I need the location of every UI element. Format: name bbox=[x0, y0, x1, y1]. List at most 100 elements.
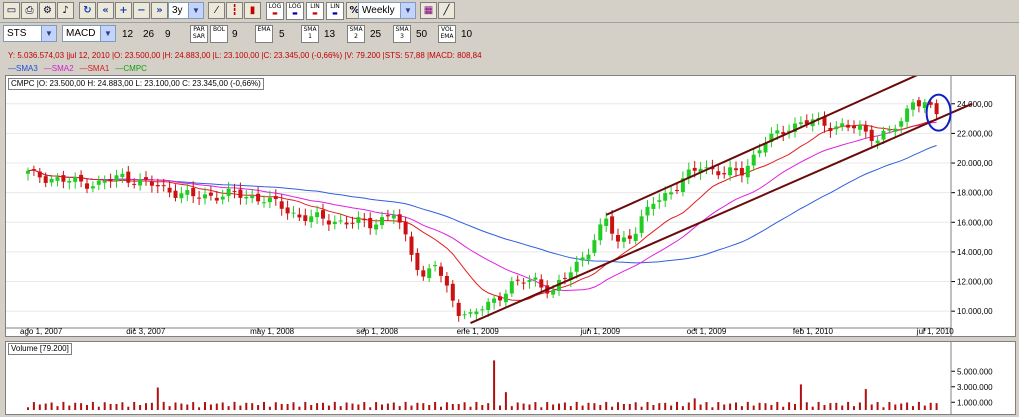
volume-bar bbox=[434, 401, 437, 410]
volume-y-tick-label: 5.000.000 bbox=[957, 367, 993, 376]
period-select[interactable]: 3y ▼ bbox=[168, 2, 204, 19]
sma2-button[interactable]: SMA 2 bbox=[347, 25, 365, 43]
x-tick-label: ene 1, 2009 bbox=[457, 327, 500, 336]
volume-bar bbox=[646, 401, 649, 410]
chevron-down-icon: ▼ bbox=[100, 26, 115, 41]
ema-button[interactable]: EMA bbox=[255, 25, 273, 43]
sound-icon[interactable]: ♪ bbox=[57, 2, 74, 19]
candle-body bbox=[391, 215, 396, 219]
volume-bar bbox=[381, 404, 383, 410]
sma3-button[interactable]: SMA 3 bbox=[393, 25, 411, 43]
price-chart-panel[interactable]: 10.000,00 12.000,00 14.000,00 16.000,00 18.0… bbox=[5, 49, 1016, 337]
volume-bar bbox=[345, 402, 348, 410]
symbol-select[interactable]: STS ▼ bbox=[3, 25, 57, 42]
frequency-select[interactable]: Weekly ▼ bbox=[358, 2, 416, 19]
ohlc-chart-icon[interactable]: ┇ bbox=[226, 2, 243, 19]
print-icon[interactable]: ⎙ bbox=[21, 2, 38, 19]
volume-bar bbox=[522, 403, 525, 410]
chevron-down-icon: ▼ bbox=[188, 3, 203, 18]
sma3-value[interactable]: 50 bbox=[416, 29, 427, 40]
candle-body bbox=[108, 179, 113, 182]
volume-bar bbox=[817, 401, 820, 410]
candle-body bbox=[675, 190, 679, 192]
sma2-value[interactable]: 25 bbox=[370, 29, 381, 40]
settings-icon[interactable]: ⚙ bbox=[39, 2, 56, 19]
candle-body bbox=[633, 233, 638, 241]
candle-body bbox=[149, 181, 154, 186]
par-sar-button[interactable]: PAR SAR bbox=[190, 25, 208, 43]
candle-body bbox=[244, 196, 249, 199]
volume-bar bbox=[528, 404, 531, 410]
volume-ema-button[interactable]: VOL EMA bbox=[438, 25, 456, 43]
zoom-in-icon[interactable]: + bbox=[115, 2, 132, 19]
color-settings-icon[interactable]: ▦ bbox=[420, 2, 437, 19]
volume-bar bbox=[428, 404, 431, 410]
volume-bar bbox=[847, 401, 850, 410]
macd-signal-value[interactable]: 9 bbox=[165, 29, 171, 40]
main-toolbar: ▭ ⎙ ⚙ ♪ ↻ « + − » 3y ▼ ⁄ ┇ ▮ LOG ▬ LOG ▬ … bbox=[0, 0, 1019, 23]
volume-bar bbox=[316, 403, 319, 410]
volume-bar bbox=[351, 403, 354, 410]
volume-bar bbox=[257, 405, 260, 410]
log-scale-button-2[interactable]: LOG ▬ bbox=[286, 2, 304, 20]
indicator-toolbar: STS ▼ MACD ▼ 12 26 9 PAR SAR BOL 9 EMA 5 S… bbox=[0, 23, 1019, 45]
volume-bar bbox=[882, 407, 885, 410]
draw-line-icon[interactable]: ╱ bbox=[438, 2, 455, 19]
volume-bar bbox=[150, 402, 153, 410]
candle-chart-icon[interactable]: ▮ bbox=[244, 2, 261, 19]
x-tick-label: may 1, 2008 bbox=[250, 327, 295, 336]
volume-chart[interactable]: 1.000.000 3.000.000 5.000.000 bbox=[6, 342, 1015, 414]
refresh-icon[interactable]: ↻ bbox=[79, 2, 96, 19]
volume-chart-panel[interactable]: 1.000.000 3.000.000 5.000.000 Volume [79.2… bbox=[5, 341, 1016, 415]
bollinger-value[interactable]: 9 bbox=[232, 29, 238, 40]
price-chart[interactable]: 10.000,00 12.000,00 14.000,00 16.000,00 18.0… bbox=[6, 49, 1015, 336]
volume-bar bbox=[617, 402, 619, 410]
volume-bar bbox=[304, 401, 307, 410]
scroll-left-icon[interactable]: « bbox=[97, 2, 114, 19]
candle-body bbox=[220, 196, 225, 200]
volume-ema-value[interactable]: 10 bbox=[461, 29, 472, 40]
candle-body bbox=[905, 108, 910, 122]
volume-bar bbox=[410, 405, 413, 410]
volume-bar bbox=[233, 401, 236, 410]
log-scale-button[interactable]: LOG ▬ bbox=[266, 2, 284, 20]
linear-scale-button[interactable]: LIN ▬ bbox=[306, 2, 324, 20]
volume-bar bbox=[103, 402, 106, 410]
volume-bar bbox=[788, 402, 791, 410]
candle-body bbox=[73, 176, 78, 182]
linear-scale-button-2[interactable]: LIN ▬ bbox=[326, 2, 344, 20]
volume-bar bbox=[115, 404, 118, 410]
scroll-right-icon[interactable]: » bbox=[151, 2, 168, 19]
candle-body bbox=[61, 175, 66, 182]
candle-body bbox=[26, 170, 30, 174]
study-select[interactable]: MACD ▼ bbox=[62, 25, 116, 42]
candle-body bbox=[31, 169, 36, 171]
volume-bar bbox=[32, 402, 35, 410]
candle-body bbox=[374, 224, 379, 230]
volume-bar bbox=[280, 404, 283, 410]
volume-bar bbox=[658, 403, 661, 410]
volume-bar bbox=[392, 402, 395, 410]
volume-bar bbox=[593, 403, 596, 410]
volume-bar bbox=[681, 406, 684, 410]
chart-legend: —SMA3 —SMA2 —SMA1 —CMPC bbox=[8, 64, 153, 74]
candle-body bbox=[96, 180, 101, 185]
candle-body bbox=[232, 190, 237, 192]
bollinger-button[interactable]: BOL bbox=[210, 25, 228, 43]
candle-body bbox=[85, 183, 89, 189]
ema-value[interactable]: 5 bbox=[279, 29, 285, 40]
line-chart-icon[interactable]: ⁄ bbox=[208, 2, 225, 19]
sma1-value[interactable]: 13 bbox=[324, 29, 335, 40]
zoom-out-icon[interactable]: − bbox=[133, 2, 150, 19]
volume-bar bbox=[481, 405, 484, 410]
volume-bar bbox=[841, 405, 844, 410]
volume-bar bbox=[422, 403, 425, 410]
volume-bar bbox=[416, 402, 419, 410]
legend-item: —SMA1 bbox=[79, 64, 110, 73]
candle-body bbox=[185, 190, 190, 195]
new-chart-icon[interactable]: ▭ bbox=[3, 2, 20, 19]
candle-body bbox=[604, 218, 609, 226]
macd-fast-value[interactable]: 12 bbox=[122, 29, 133, 40]
sma1-button[interactable]: SMA 1 bbox=[301, 25, 319, 43]
macd-slow-value[interactable]: 26 bbox=[143, 29, 154, 40]
